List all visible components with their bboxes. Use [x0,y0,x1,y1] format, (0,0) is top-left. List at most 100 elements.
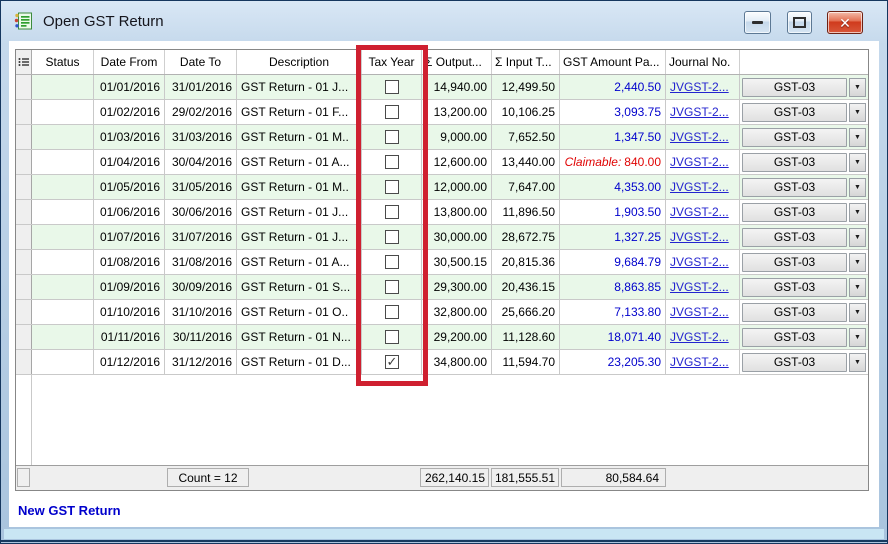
journal-link[interactable]: JVGST-2... [670,330,729,344]
row-selector-cell[interactable] [16,250,32,274]
title-bar[interactable]: Open GST Return ✕ [1,1,887,41]
row-selector-cell[interactable] [16,175,32,199]
row-selector-cell[interactable] [16,150,32,174]
doc-dropdown-button[interactable]: ▼ [849,103,866,122]
gst-return-row[interactable]: 01/06/2016 30/06/2016 GST Return - 01 J.… [16,200,868,225]
output-tax-cell: 13,800.00 [422,200,492,224]
journal-link[interactable]: JVGST-2... [670,105,729,119]
tax-year-checkbox[interactable] [385,230,399,244]
row-selector-cell[interactable] [16,300,32,324]
journal-link[interactable]: JVGST-2... [670,180,729,194]
gst-doc-button[interactable]: GST-03 [742,78,847,97]
doc-dropdown-button[interactable]: ▼ [849,228,866,247]
column-header-date-from[interactable]: Date From [94,50,165,74]
tax-year-checkbox[interactable] [385,255,399,269]
tax-year-checkbox[interactable] [385,205,399,219]
tax-year-checkbox[interactable] [385,80,399,94]
column-header-tax-year[interactable]: Tax Year [362,50,422,74]
gst-return-row[interactable]: 01/08/2016 31/08/2016 GST Return - 01 A.… [16,250,868,275]
input-tax-cell: 11,128.60 [492,325,560,349]
chevron-down-icon: ▼ [854,234,861,241]
gst-doc-button[interactable]: GST-03 [742,353,847,372]
journal-link[interactable]: JVGST-2... [670,80,729,94]
gst-doc-button[interactable]: GST-03 [742,228,847,247]
column-header-gst-amount[interactable]: GST Amount Pa... [560,50,666,74]
doc-dropdown-button[interactable]: ▼ [849,178,866,197]
input-tax-cell: 11,594.70 [492,350,560,374]
grid-header-row: Status Date From Date To Description Tax… [16,50,868,75]
tax-year-checkbox[interactable] [385,105,399,119]
doc-dropdown-button[interactable]: ▼ [849,353,866,372]
gst-return-row[interactable]: 01/05/2016 31/05/2016 GST Return - 01 M.… [16,175,868,200]
gst-return-row[interactable]: 01/03/2016 31/03/2016 GST Return - 01 M.… [16,125,868,150]
column-header-output-tax[interactable]: Σ Output... [422,50,492,74]
tax-year-checkbox[interactable] [385,155,399,169]
chevron-down-icon: ▼ [854,109,861,116]
column-header-input-tax[interactable]: Σ Input T... [492,50,560,74]
gst-doc-button[interactable]: GST-03 [742,303,847,322]
row-selector-cell[interactable] [16,325,32,349]
tax-year-checkbox[interactable] [385,130,399,144]
gst-return-row[interactable]: 01/01/2016 31/01/2016 GST Return - 01 J.… [16,75,868,100]
minimize-button[interactable] [744,11,771,34]
select-all-header[interactable] [16,50,32,74]
description-cell: GST Return - 01 M.. [237,125,362,149]
gst-doc-button[interactable]: GST-03 [742,253,847,272]
doc-dropdown-button[interactable]: ▼ [849,153,866,172]
row-selector-cell[interactable] [16,75,32,99]
column-header-description[interactable]: Description [237,50,362,74]
column-header-status[interactable]: Status [32,50,94,74]
tax-year-checkbox[interactable] [385,280,399,294]
journal-link[interactable]: JVGST-2... [670,280,729,294]
row-selector-cell[interactable] [16,100,32,124]
journal-link[interactable]: JVGST-2... [670,305,729,319]
doc-dropdown-button[interactable]: ▼ [849,128,866,147]
journal-link[interactable]: JVGST-2... [670,130,729,144]
gst-doc-button[interactable]: GST-03 [742,153,847,172]
gst-doc-button[interactable]: GST-03 [742,328,847,347]
gst-doc-button[interactable]: GST-03 [742,178,847,197]
gst-return-row[interactable]: 01/12/2016 31/12/2016 GST Return - 01 D.… [16,350,868,375]
gst-doc-button[interactable]: GST-03 [742,128,847,147]
gst-return-row[interactable]: 01/02/2016 29/02/2016 GST Return - 01 F.… [16,100,868,125]
doc-dropdown-button[interactable]: ▼ [849,278,866,297]
journal-link[interactable]: JVGST-2... [670,205,729,219]
maximize-button[interactable] [787,11,812,34]
row-selector-cell[interactable] [16,200,32,224]
gst-doc-button[interactable]: GST-03 [742,278,847,297]
column-header-journal-no[interactable]: Journal No. [666,50,740,74]
gst-return-row[interactable]: 01/09/2016 30/09/2016 GST Return - 01 S.… [16,275,868,300]
doc-dropdown-button[interactable]: ▼ [849,303,866,322]
gst-return-row[interactable]: 01/11/2016 30/11/2016 GST Return - 01 N.… [16,325,868,350]
row-selector-cell[interactable] [16,125,32,149]
gst-return-row[interactable]: 01/07/2016 31/07/2016 GST Return - 01 J.… [16,225,868,250]
gst-doc-button[interactable]: GST-03 [742,203,847,222]
doc-dropdown-button[interactable]: ▼ [849,328,866,347]
doc-dropdown-button[interactable]: ▼ [849,78,866,97]
column-header-date-to[interactable]: Date To [165,50,237,74]
output-tax-cell: 14,940.00 [422,75,492,99]
new-gst-return-link[interactable]: New GST Return [18,503,121,518]
journal-link[interactable]: JVGST-2... [670,230,729,244]
doc-dropdown-button[interactable]: ▼ [849,253,866,272]
close-button[interactable]: ✕ [827,11,863,34]
journal-link[interactable]: JVGST-2... [670,255,729,269]
journal-link[interactable]: JVGST-2... [670,155,729,169]
gst-return-row[interactable]: 01/10/2016 31/10/2016 GST Return - 01 O.… [16,300,868,325]
tax-year-checkbox[interactable] [385,355,399,369]
tax-year-checkbox[interactable] [385,180,399,194]
tax-year-checkbox[interactable] [385,305,399,319]
row-selector-cell[interactable] [16,350,32,374]
date-to-cell: 31/10/2016 [165,300,237,324]
journal-link[interactable]: JVGST-2... [670,355,729,369]
gst-doc-button[interactable]: GST-03 [742,103,847,122]
doc-dropdown-button[interactable]: ▼ [849,203,866,222]
tax-year-cell [362,75,422,99]
output-tax-cell: 29,300.00 [422,275,492,299]
row-selector-cell[interactable] [16,225,32,249]
gst-amount-value: 8,863.85 [614,280,661,294]
gst-return-row[interactable]: 01/04/2016 30/04/2016 GST Return - 01 A.… [16,150,868,175]
tax-year-checkbox[interactable] [385,330,399,344]
row-selector-cell[interactable] [16,275,32,299]
gst-amount-value: 2,440.50 [614,80,661,94]
